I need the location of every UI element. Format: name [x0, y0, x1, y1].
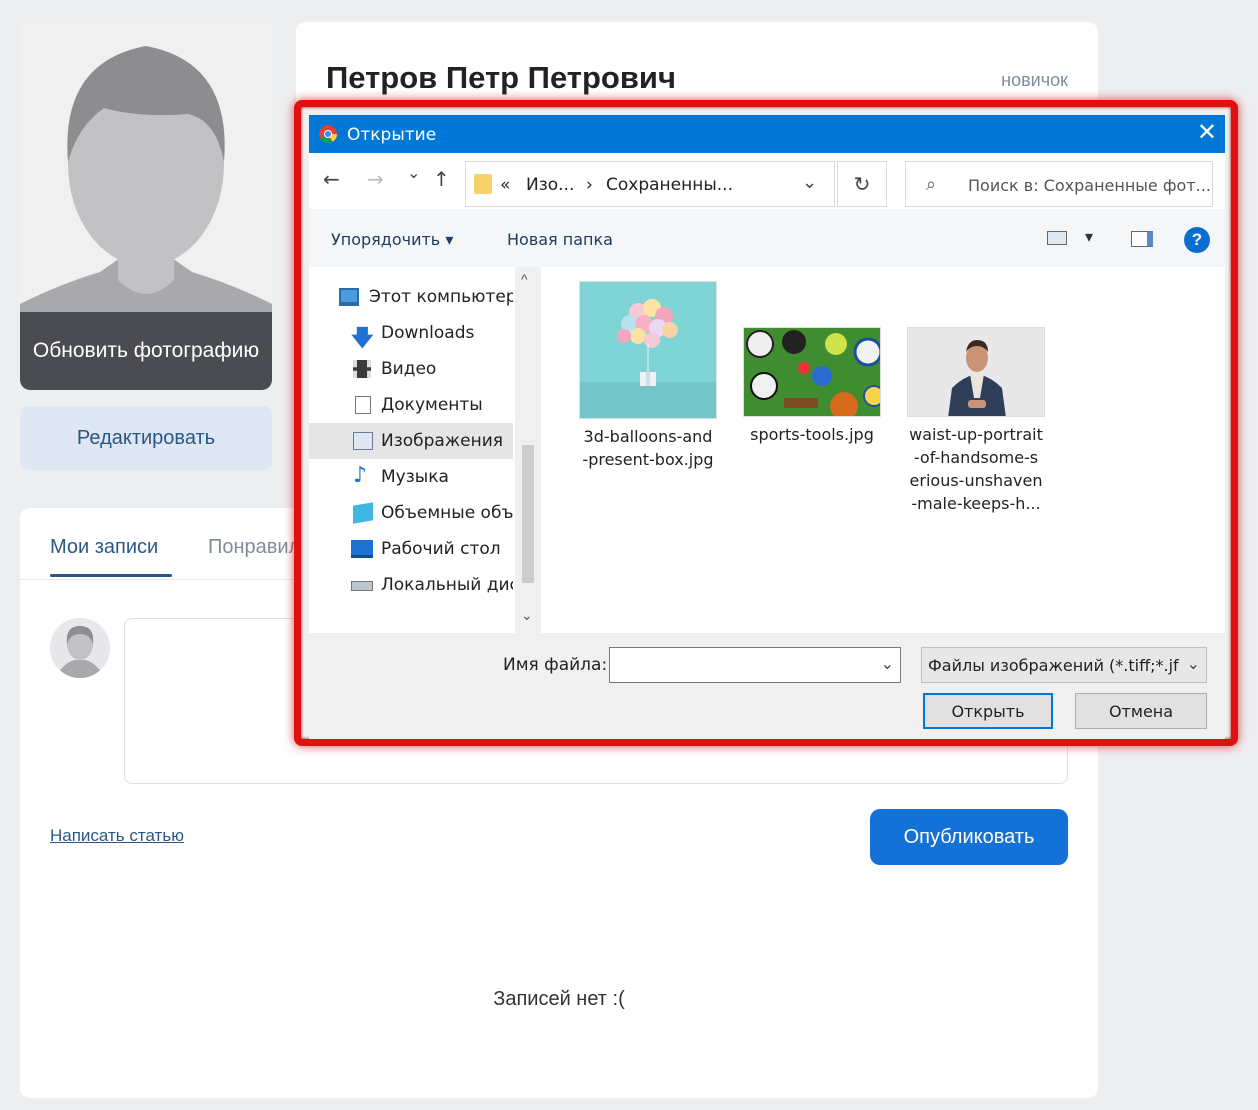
open-button[interactable]: Открыть — [923, 693, 1053, 729]
file-open-dialog: Открытие ✕ ← → ⌄ ↑ « Изо... › Сохраненны… — [309, 115, 1225, 739]
sidebar-item-video[interactable]: Видео — [309, 351, 513, 387]
3d-objects-icon — [353, 502, 373, 524]
profile-status: новичок — [1001, 70, 1068, 90]
recent-locations-chevron-icon[interactable]: ⌄ — [407, 163, 420, 182]
sidebar-item-label: Документы — [381, 395, 483, 415]
file-name: waist-up-portrait -of-handsome-s erious-… — [909, 425, 1043, 513]
scrollbar-thumb[interactable] — [522, 445, 534, 583]
close-icon[interactable]: ✕ — [1197, 119, 1217, 147]
file-thumbnail — [579, 281, 717, 419]
file-item[interactable]: 3d-balloons-and -present-box.jpg — [573, 281, 723, 471]
tab-my-posts[interactable]: Мои записи — [50, 536, 158, 559]
new-folder-button[interactable]: Новая папка — [507, 230, 613, 249]
file-thumbnail — [743, 327, 881, 417]
dialog-title: Открытие — [347, 125, 437, 145]
avatar-placeholder-icon — [20, 22, 272, 322]
sports-tools-image — [744, 328, 880, 416]
cancel-button[interactable]: Отмена — [1075, 693, 1207, 729]
file-name: sports-tools.jpg — [750, 425, 874, 444]
view-options-chevron-icon[interactable]: ▾ — [1085, 227, 1093, 246]
sidebar-item-label: Этот компьютер — [369, 287, 513, 307]
search-input[interactable]: ⌕ Поиск в: Сохраненные фот... — [905, 161, 1213, 207]
navigation-bar: ← → ⌄ ↑ « Изо... › Сохраненны... ⌄ ↻ ⌕ П… — [309, 153, 1225, 209]
sidebar-item-desktop[interactable]: Рабочий стол — [309, 531, 513, 567]
scroll-down-icon[interactable]: ⌄ — [521, 607, 533, 624]
filetype-value: Файлы изображений (*.tiff;*.jf — [928, 656, 1179, 675]
preview-pane-icon[interactable] — [1131, 231, 1153, 247]
profile-header: Петров Петр Петрович новичок — [296, 22, 1098, 108]
sidebar-item-3d-objects[interactable]: Объемные объекты — [309, 495, 513, 531]
refresh-icon[interactable]: ↻ — [837, 161, 887, 207]
file-thumbnail — [907, 327, 1045, 417]
search-placeholder: Поиск в: Сохраненные фот... — [968, 176, 1211, 195]
filetype-select[interactable]: Файлы изображений (*.tiff;*.jf ⌄ — [921, 647, 1207, 683]
file-item[interactable]: waist-up-portrait -of-handsome-s erious-… — [901, 327, 1051, 515]
chrome-icon — [319, 125, 337, 143]
dialog-titlebar: Открытие ✕ — [309, 115, 1225, 153]
sidebar-item-label: Музыка — [381, 467, 449, 487]
back-arrow-icon[interactable]: ← — [323, 167, 340, 191]
active-tab-indicator — [50, 574, 172, 577]
search-icon: ⌕ — [926, 174, 937, 194]
forward-arrow-icon[interactable]: → — [367, 167, 384, 191]
publish-button[interactable]: Опубликовать — [870, 809, 1068, 865]
folder-icon — [474, 174, 492, 194]
filename-input[interactable]: ⌄ — [609, 647, 901, 683]
document-icon — [355, 396, 371, 414]
sidebar-item-music[interactable]: ♪ Музыка — [309, 459, 513, 495]
file-list: 3d-balloons-and -present-box.jpg sports-… — [543, 267, 1225, 633]
sidebar-item-label: Объемные объекты — [381, 503, 513, 523]
up-arrow-icon[interactable]: ↑ — [433, 167, 450, 191]
avatar — [50, 618, 110, 678]
avatar-placeholder-icon — [50, 618, 110, 678]
sidebar-scrollbar[interactable]: ^ ⌄ — [515, 267, 541, 633]
navigation-pane: Этот компьютер 🡇 Downloads Видео Докумен… — [309, 267, 543, 633]
breadcrumb-images[interactable]: Изо... — [526, 175, 574, 195]
address-bar[interactable]: « Изо... › Сохраненны... ⌄ — [465, 161, 835, 207]
portrait-image — [908, 328, 1044, 416]
sidebar-item-label: Локальный диск — [381, 575, 513, 595]
file-item[interactable]: sports-tools.jpg — [737, 327, 887, 446]
sidebar-item-local-disk[interactable]: Локальный диск — [309, 567, 513, 603]
breadcrumb-separator: › — [586, 175, 593, 195]
update-photo-button[interactable]: Обновить фотографию — [20, 312, 272, 390]
sidebar-item-label: Изображения — [381, 431, 504, 451]
write-article-link[interactable]: Написать статью — [50, 826, 184, 846]
sidebar-item-label: Видео — [381, 359, 437, 379]
sidebar-item-documents[interactable]: Документы — [309, 387, 513, 423]
highlight-frame: Открытие ✕ ← → ⌄ ↑ « Изо... › Сохраненны… — [294, 100, 1238, 746]
pictures-icon — [353, 432, 373, 450]
desktop-icon — [351, 540, 373, 558]
profile-name: Петров Петр Петрович — [326, 60, 676, 95]
breadcrumb-saved-photos[interactable]: Сохраненны... — [606, 175, 733, 195]
edit-profile-button[interactable]: Редактировать — [20, 406, 272, 470]
download-icon: 🡇 — [351, 326, 374, 351]
chevron-down-icon: ⌄ — [1186, 654, 1200, 673]
sidebar-item-label: Рабочий стол — [381, 539, 501, 559]
balloons-image — [580, 282, 716, 418]
dialog-toolbar: Упорядочить ▾ Новая папка ▾ ? — [309, 209, 1225, 267]
sidebar-item-downloads[interactable]: 🡇 Downloads — [309, 315, 513, 351]
music-icon: ♪ — [353, 463, 368, 488]
address-overflow[interactable]: « — [500, 175, 510, 195]
file-name: 3d-balloons-and -present-box.jpg — [582, 427, 714, 469]
chevron-down-icon[interactable]: ⌄ — [802, 172, 817, 193]
profile-photo: Обновить фотографию — [20, 22, 272, 390]
empty-posts-message: Записей нет :( — [493, 988, 625, 1010]
view-mode-icon[interactable] — [1047, 231, 1067, 245]
sidebar-item-this-pc[interactable]: Этот компьютер — [309, 279, 513, 315]
video-icon — [353, 360, 371, 378]
sidebar-item-pictures[interactable]: Изображения — [309, 423, 513, 459]
filename-label: Имя файла: — [503, 655, 608, 675]
sidebar-item-label: Downloads — [381, 323, 475, 343]
dialog-footer: Имя файла: ⌄ Файлы изображений (*.tiff;*… — [309, 633, 1225, 739]
computer-icon — [339, 288, 359, 306]
local-disk-icon — [351, 581, 373, 591]
organize-button[interactable]: Упорядочить ▾ — [331, 230, 453, 249]
help-icon[interactable]: ? — [1184, 227, 1210, 253]
scroll-up-icon[interactable]: ^ — [521, 271, 528, 287]
chevron-down-icon[interactable]: ⌄ — [881, 654, 894, 674]
